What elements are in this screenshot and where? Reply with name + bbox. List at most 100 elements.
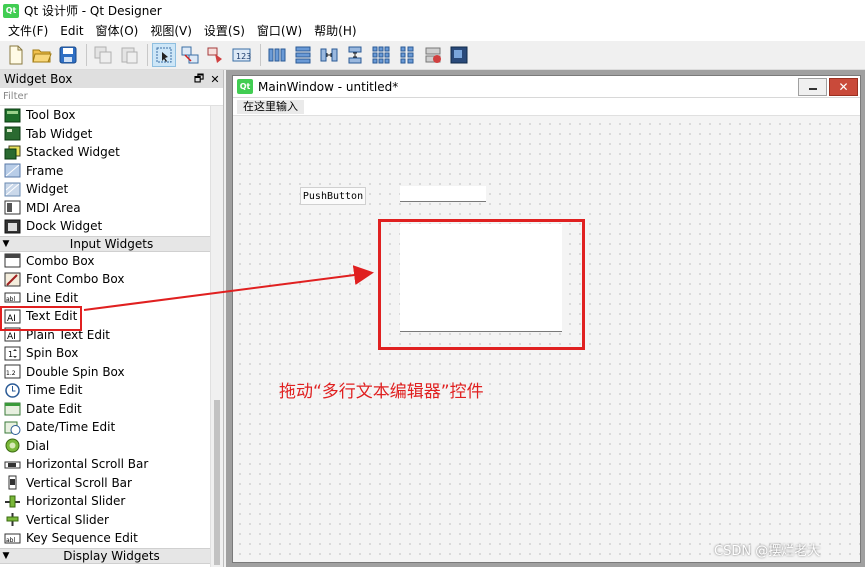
text-edit-highlight-box [0,306,82,331]
list-item-label: Horizontal Slider [26,494,126,509]
menu-form[interactable]: 窗体(O) [90,21,145,41]
edit-buddies-icon[interactable] [204,43,228,67]
layout-form-icon[interactable] [395,43,419,67]
new-icon[interactable] [4,43,28,67]
svg-text:abl: abl [6,537,15,544]
list-item-date-time-edit[interactable]: Date/Time Edit [0,418,211,437]
list-item-line-edit[interactable]: abl Line Edit [0,289,211,308]
category-display-widgets[interactable]: ▼ Display Widgets [0,547,211,564]
list-item-stacked-widget[interactable]: Stacked Widget [0,143,211,162]
list-item-horizontal-scroll-bar[interactable]: Horizontal Scroll Bar [0,455,211,474]
list-item-label: Tool Box [26,108,76,123]
stacked-widget-icon [4,145,21,160]
layout-splitter-h-icon[interactable] [317,43,341,67]
edit-widgets-icon[interactable] [152,43,176,67]
break-layout-icon[interactable] [421,43,445,67]
open-icon[interactable] [30,43,54,67]
list-item-mdi-area[interactable]: MDI Area [0,199,211,218]
combo-box-icon [4,253,21,268]
main-toolbar: 123 [0,41,865,70]
list-item-dock-widget[interactable]: Dock Widget [0,217,211,236]
filter-input[interactable]: Filter [0,88,223,106]
list-item-label: Time Edit [26,383,83,398]
float-dock-icon[interactable]: 🗗 [191,70,207,89]
list-item-tool-box[interactable]: Tool Box [0,106,211,125]
list-item-label: Combo Box [26,253,95,268]
list-item-label: MDI Area [26,200,81,215]
list-item-widget[interactable]: Widget [0,180,211,199]
double-spin-box-icon: 1.2 [4,364,21,379]
line-edit-icon: abl [4,292,21,303]
menu-window[interactable]: 窗口(W) [251,21,308,41]
layout-vertical-icon[interactable] [291,43,315,67]
list-item-label: Dock Widget [26,219,103,234]
push-button[interactable]: PushButton [300,187,366,205]
list-item-frame[interactable]: Frame [0,162,211,181]
text-edit-drop-highlight [378,219,585,350]
qt-designer-app: Qt Qt 设计师 - Qt Designer 文件(F) Edit 窗体(O)… [0,0,865,567]
menu-bar: 文件(F) Edit 窗体(O) 视图(V) 设置(S) 窗口(W) 帮助(H) [0,21,865,41]
edit-signals-icon[interactable] [178,43,202,67]
minimize-icon [808,87,817,90]
list-item-spin-box[interactable]: 1 Spin Box [0,344,211,363]
app-title-bar: Qt Qt 设计师 - Qt Designer [0,0,865,21]
adjust-size-icon[interactable] [447,43,471,67]
list-item-vertical-slider[interactable]: Vertical Slider [0,511,211,530]
widget-icon [4,182,21,197]
list-item-time-edit[interactable]: Time Edit [0,381,211,400]
layout-grid-icon[interactable] [369,43,393,67]
close-icon: ✕ [838,79,849,94]
menu-settings[interactable]: 设置(S) [198,21,251,41]
list-item-label: Key Sequence Edit [26,531,138,546]
line-edit[interactable] [400,186,486,202]
key-sequence-edit-icon: abl [4,533,21,544]
widget-list: Tool Box Tab Widget Stacked Widget Frame… [0,106,211,567]
list-item-double-spin-box[interactable]: 1.2 Double Spin Box [0,363,211,382]
form-menu-bar: 在这里输入 [233,98,860,116]
edit-tab-order-icon[interactable]: 123 [230,43,254,67]
list-item-combo-box[interactable]: Combo Box [0,252,211,271]
save-icon[interactable] [56,43,80,67]
close-icon[interactable]: ✕ [207,73,223,86]
copy-icon[interactable] [91,43,115,67]
list-item-horizontal-slider[interactable]: Horizontal Slider [0,492,211,511]
toolbar-separator [147,44,148,66]
list-item-label: Vertical Scroll Bar [26,475,132,490]
window-title: Qt 设计师 - Qt Designer [24,4,162,18]
dial-icon [5,438,20,453]
list-item-label: Spin Box [26,346,79,361]
paste-icon[interactable] [117,43,141,67]
list-item-key-sequence-edit[interactable]: abl Key Sequence Edit [0,529,211,548]
widget-box-title: Widget Box [4,72,73,86]
dock-widget-icon [4,219,21,234]
list-item-vertical-scroll-bar[interactable]: Vertical Scroll Bar [0,474,211,493]
toolbar-separator [86,44,87,66]
layout-horizontal-icon[interactable] [265,43,289,67]
minimize-button[interactable] [798,77,827,96]
chevron-down-icon: ▼ [2,550,10,561]
horizontal-slider-icon [5,495,20,508]
list-item-font-combo-box[interactable]: Font Combo Box [0,270,211,289]
list-item-label: Vertical Slider [26,512,109,527]
list-item-tab-widget[interactable]: Tab Widget [0,125,211,144]
scrollbar-thumb[interactable] [214,400,220,565]
list-item-label: Dial [26,438,50,453]
menu-help[interactable]: 帮助(H) [308,21,362,41]
close-button[interactable]: ✕ [829,77,858,96]
mdi-area-icon [4,200,21,215]
menu-file[interactable]: 文件(F) [2,21,54,41]
list-item-date-edit[interactable]: Date Edit [0,400,211,419]
category-input-widgets[interactable]: ▼ Input Widgets [0,235,211,252]
layout-splitter-v-icon[interactable] [343,43,367,67]
chevron-down-icon: ▼ [2,238,10,249]
widget-list-scrollbar[interactable] [210,106,223,567]
qt-logo-icon: Qt [3,3,19,18]
menu-edit[interactable]: Edit [54,21,89,41]
list-item-dial[interactable]: Dial [0,437,211,456]
menu-view[interactable]: 视图(V) [144,21,198,41]
time-edit-icon [5,383,20,398]
category-label: Input Widgets [69,236,154,251]
list-item-label: Double Spin Box [26,364,125,379]
list-item-label: Date Edit [26,401,82,416]
menu-placeholder[interactable]: 在这里输入 [237,99,304,114]
